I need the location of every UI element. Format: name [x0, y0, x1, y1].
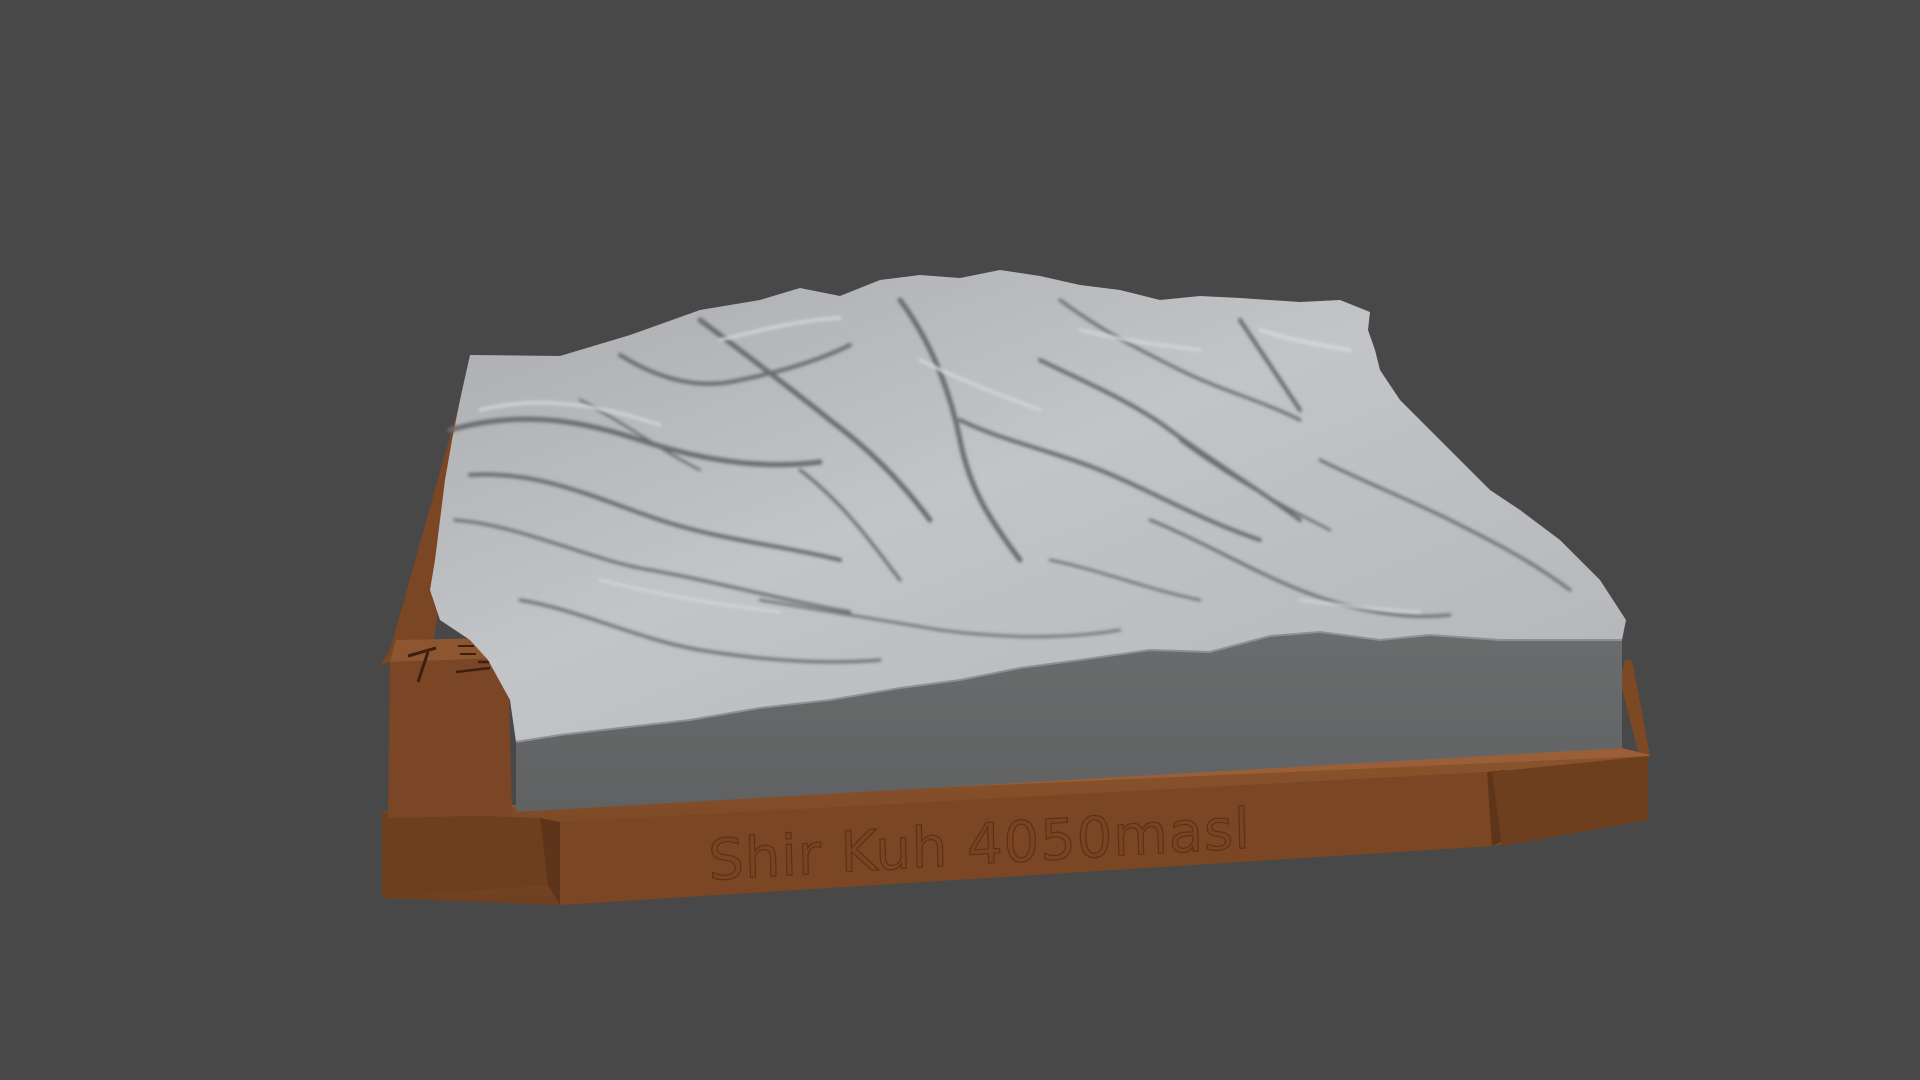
base-left-foot [382, 812, 548, 898]
terrain-model [430, 270, 1626, 812]
base-right-rim [1620, 660, 1650, 760]
3d-viewport: Shir Kuh 4050masl [380, 270, 1650, 905]
corner-block-front [388, 658, 512, 818]
